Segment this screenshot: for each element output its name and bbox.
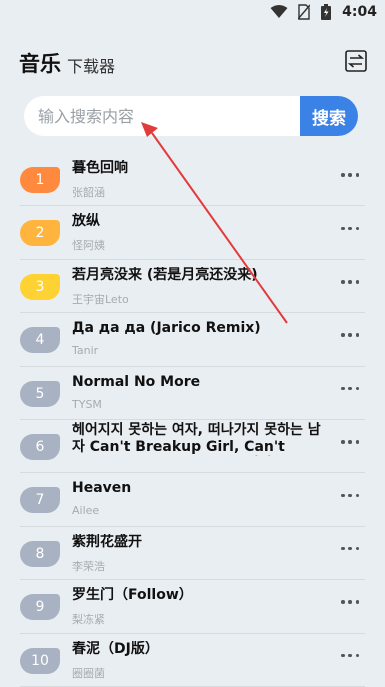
song-artist: Ailee <box>72 504 100 518</box>
song-row[interactable]: 3 若月亮没来 (若是月亮还没来) 王宇宙Leto <box>0 260 385 314</box>
rank-badge: 6 <box>20 433 60 460</box>
song-artist: Tanir <box>72 344 99 358</box>
more-icon[interactable] <box>341 653 359 659</box>
status-icons: 4:04 <box>270 4 377 20</box>
more-icon[interactable] <box>341 172 359 178</box>
song-artist: 张韶涵 <box>72 186 105 199</box>
song-title: 春泥（DJ版） <box>72 640 159 657</box>
song-artist: 圈圈菌 <box>72 666 105 680</box>
more-icon[interactable] <box>341 332 359 338</box>
song-artist: 怪阿姨 <box>72 239 105 253</box>
song-row[interactable]: 8 紫荆花盛开李荣浩 <box>0 527 385 581</box>
rank-badge: 1 <box>20 167 60 193</box>
song-artist: 梨冻紧 <box>72 613 105 627</box>
status-time: 4:04 <box>342 4 377 20</box>
rank-badge: 9 <box>20 594 60 621</box>
rank-badge: 10 <box>20 647 60 674</box>
song-title: 暮色回响 <box>72 160 128 176</box>
song-title: Normal No More <box>72 373 201 390</box>
song-row[interactable]: 7 Heaven Ailee <box>0 473 385 528</box>
song-list: 1 暮色回响张韶涵 2 放纵怪阿姨 3 若月亮没来 (若是月亮还没来) 王宇宙Leto 4 Да… <box>0 153 385 687</box>
song-row[interactable]: 6 헤어지지 못하는 여자, 떠나가지 못하는 남자 Can't Breakup … <box>0 420 385 474</box>
song-row[interactable]: 10 春泥（DJ版） 圈圈菌 <box>0 634 385 687</box>
song-artist: TYSM <box>72 397 102 411</box>
rank-badge: 3 <box>20 273 60 300</box>
battery-icon <box>321 4 332 20</box>
song-row[interactable]: 4 Да да да (Jarico Remix) Tanir <box>0 313 385 367</box>
page-subtitle: 下载器 <box>67 57 116 76</box>
song-title: 放纵 <box>72 213 100 230</box>
song-artist: 李荣浩 <box>72 559 105 573</box>
more-icon[interactable] <box>341 279 359 285</box>
status-bar: 4:04 <box>0 0 385 28</box>
switch-icon[interactable] <box>345 50 367 72</box>
wifi-icon <box>270 5 288 18</box>
song-row[interactable]: 1 暮色回响张韶涵 <box>0 153 385 207</box>
more-icon[interactable] <box>341 439 359 445</box>
app-header: 音乐 下载器 <box>0 40 385 84</box>
song-title: 罗生门（Follow） <box>72 587 193 604</box>
more-icon[interactable] <box>341 546 359 552</box>
rank-badge: 2 <box>20 220 60 247</box>
song-title: 紫荆花盛开 <box>72 533 142 550</box>
song-row[interactable]: 9 罗生门（Follow） 梨冻紧 <box>0 580 385 634</box>
song-artist: 王宇宙Leto <box>72 292 129 306</box>
song-title: Да да да (Jarico Remix) <box>72 320 261 337</box>
search-input[interactable] <box>24 96 304 136</box>
song-title: Heaven <box>72 480 132 497</box>
rank-badge: 5 <box>20 380 60 407</box>
song-title: 若月亮没来 (若是月亮还没来) <box>72 266 258 283</box>
more-icon[interactable] <box>341 492 359 498</box>
more-icon[interactable] <box>341 599 359 605</box>
song-row[interactable]: 2 放纵怪阿姨 <box>0 206 385 261</box>
search-button[interactable]: 搜索 <box>300 96 358 136</box>
no-sim-icon <box>298 4 311 20</box>
more-icon[interactable] <box>341 225 359 231</box>
search-bar: 搜索 <box>24 96 358 136</box>
more-icon[interactable] <box>341 386 359 392</box>
rank-badge: 7 <box>20 487 60 514</box>
song-row[interactable]: 5 Normal No More TYSM <box>0 367 385 421</box>
page-title: 音乐 <box>19 52 61 76</box>
rank-badge: 4 <box>20 327 60 354</box>
rank-badge: 8 <box>20 540 60 567</box>
song-title: 헤어지지 못하는 여자, 떠나가지 못하는 남자 Can't Breakup G… <box>72 421 321 455</box>
